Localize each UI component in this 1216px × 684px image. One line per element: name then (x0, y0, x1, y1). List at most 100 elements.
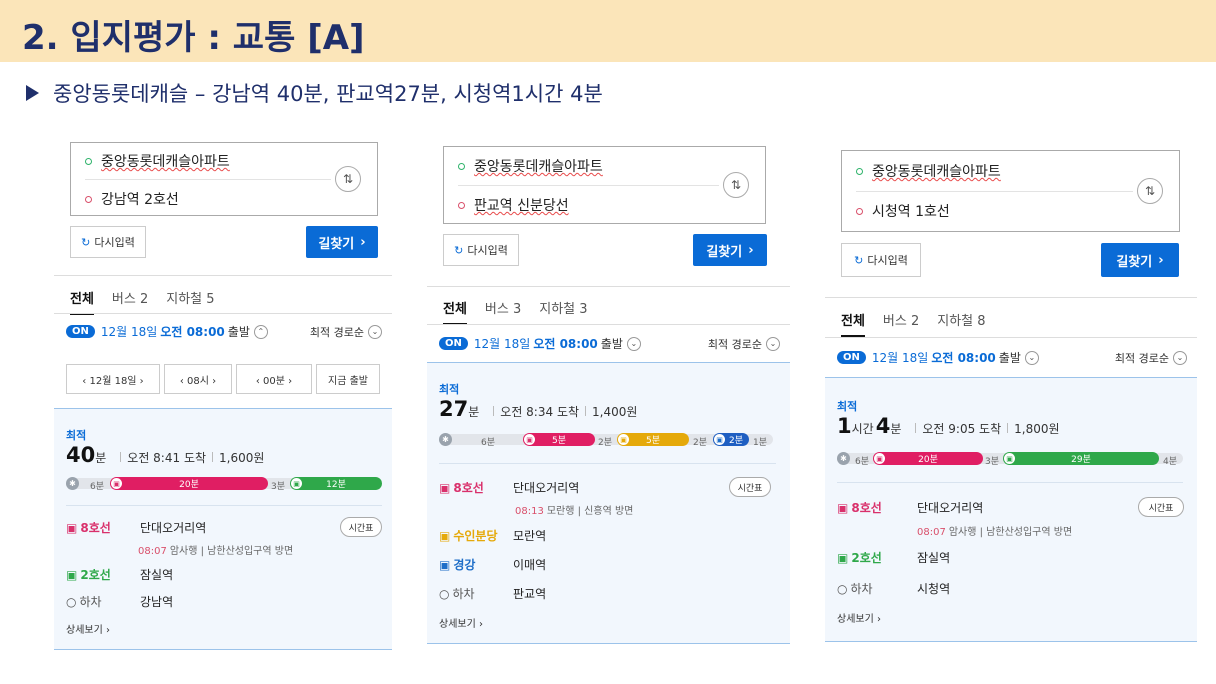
walk-icon: ✱ (837, 452, 850, 465)
segment-line8: ▣ 20분 (110, 477, 268, 490)
chevron-down-icon: ⌄ (766, 336, 780, 351)
time-controls: ‹ 12월 18일 › ‹ 08시 › ‹ 00분 › 지금 출발 (66, 364, 380, 394)
detail-link[interactable]: 상세보기 › (837, 610, 881, 625)
route-panel-cityhall: 중앙동롯데캐슬아파트 시청역 1호선 ⇅ ↻ 다시입력 길찾기 › 전체 버스 2 … (825, 137, 1197, 642)
subway-icon: ▣ (66, 567, 78, 582)
step-1: ▣ 8호선 단대오거리역 (439, 480, 580, 496)
chevron-down-icon[interactable]: ⌄ (1024, 350, 1039, 365)
destination-dot-icon (458, 201, 465, 209)
slide-subtitle: 중앙동롯데캐슬 – 강남역 40분, 판교역27분, 시청역1시간 4분 (26, 78, 603, 108)
sort-dropdown[interactable]: 최적 경로순 ⌄ (708, 336, 780, 352)
route-panel-pangyo: 중앙동롯데캐슬아파트 판교역 신분당선 ⇅ ↻ 다시입력 길찾기 › 전체 버스 3… (427, 132, 790, 644)
detail-link[interactable]: 상세보기 › (439, 615, 483, 630)
depart-now-button[interactable]: 지금 출발 (316, 364, 380, 394)
search-box: 중앙동롯데캐슬아파트 판교역 신분당선 ⇅ (443, 146, 766, 224)
subway-icon: ▣ (439, 480, 451, 495)
best-label: 최적 (439, 383, 460, 396)
chevron-up-icon[interactable]: ⌃ (253, 324, 268, 339)
subway-icon: ▣ (837, 550, 849, 565)
step-3: ○ 하차 시청역 (837, 581, 951, 597)
origin-field[interactable]: 중앙동롯데캐슬아파트 (458, 156, 603, 176)
step-1: ▣ 8호선 단대오거리역 (837, 500, 984, 516)
search-box: 중앙동롯데캐슬아파트 강남역 2호선 ⇅ (70, 142, 378, 216)
route-result[interactable]: 최적 1 시간 4 분 오전 9:05 도착 1,800원 ✱ 6분 ▣ 20분 3분 ▣ 2… (825, 377, 1197, 642)
tab-subway[interactable]: 지하철 8 (937, 310, 985, 337)
duration-row: 1 시간 4 분 오전 9:05 도착 1,800원 (837, 414, 1060, 438)
tab-subway[interactable]: 지하철 3 (539, 298, 587, 325)
timetable-button[interactable]: 시간표 (729, 477, 771, 497)
subway-icon: ▣ (618, 434, 629, 445)
departure-row[interactable]: ON 12월 18일 오전 08:00 출발 ⌄ 최적 경로순 ⌄ (837, 349, 1187, 366)
sort-dropdown[interactable]: 최적 경로순 ⌄ (310, 324, 382, 340)
refresh-icon: ↻ (854, 253, 864, 267)
subway-icon: ▣ (111, 478, 122, 489)
find-route-button[interactable]: 길찾기 › (1101, 243, 1179, 277)
triangle-bullet-icon (26, 85, 39, 101)
subway-icon: ▣ (524, 434, 535, 445)
chevron-down-icon: ⌄ (1173, 350, 1187, 365)
detail-link[interactable]: 상세보기 › (66, 621, 110, 636)
circle-icon: ○ (66, 594, 77, 609)
route-tabs: 전체 버스 2 지하철 8 (841, 310, 986, 337)
origin-dot-icon (458, 162, 465, 170)
timetable-button[interactable]: 시간표 (340, 517, 382, 537)
date-stepper[interactable]: ‹ 12월 18일 › (66, 364, 160, 394)
tab-bus[interactable]: 버스 2 (112, 288, 148, 315)
minute-stepper[interactable]: ‹ 00분 › (236, 364, 312, 394)
segment-gyeonggang: ▣ 2분 (713, 433, 749, 446)
tab-all[interactable]: 전체 (70, 288, 94, 315)
departure-row[interactable]: ON 12월 18일 오전 08:00 출발 ⌄ 최적 경로순 ⌄ (439, 335, 780, 352)
route-result[interactable]: 최적 27 분 오전 8:34 도착 1,400원 ✱ 6분 ▣ 5분 2분 ▣ 5분 2… (427, 362, 790, 644)
tab-subway[interactable]: 지하철 5 (166, 288, 214, 315)
subway-icon: ▣ (714, 434, 725, 445)
swap-icon[interactable]: ⇅ (335, 166, 361, 192)
duration-row: 27 분 오전 8:34 도착 1,400원 (439, 397, 638, 421)
tab-all[interactable]: 전체 (841, 310, 865, 337)
route-tabs: 전체 버스 3 지하철 3 (443, 298, 588, 325)
route-result[interactable]: 최적 40 분 오전 8:41 도착 1,600원 ✱ 6분 ▣ 20분 3분 ▣ 12분… (54, 408, 392, 650)
subway-icon: ▣ (837, 500, 849, 515)
origin-field[interactable]: 중앙동롯데캐슬아파트 (856, 161, 1001, 181)
circle-icon: ○ (439, 586, 450, 601)
segment-line8: ▣ 20분 (873, 452, 983, 465)
segment-line2: ▣ 12분 (290, 477, 382, 490)
destination-field[interactable]: 강남역 2호선 (85, 189, 179, 209)
destination-field[interactable]: 판교역 신분당선 (458, 195, 569, 215)
walk-icon: ✱ (439, 433, 452, 446)
find-route-button[interactable]: 길찾기 › (306, 226, 378, 258)
refresh-icon: ↻ (81, 235, 91, 249)
subway-icon: ▣ (291, 478, 302, 489)
tab-bus[interactable]: 버스 3 (485, 298, 521, 325)
sort-dropdown[interactable]: 최적 경로순 ⌄ (1115, 350, 1187, 366)
origin-field[interactable]: 중앙동롯데캐슬아파트 (85, 151, 230, 171)
route-panel-gangnam: 중앙동롯데캐슬아파트 강남역 2호선 ⇅ ↻ 다시입력 길찾기 › 전체 버스 2 … (54, 128, 392, 650)
tab-bus[interactable]: 버스 2 (883, 310, 919, 337)
hour-stepper[interactable]: ‹ 08시 › (164, 364, 232, 394)
step-2: ▣ 2호선 잠실역 (837, 550, 951, 566)
step-2: ▣ 수인분당 모란역 (439, 528, 547, 544)
step-3: ▣ 경강 이매역 (439, 557, 547, 573)
search-box: 중앙동롯데캐슬아파트 시청역 1호선 ⇅ (841, 150, 1180, 232)
best-label: 최적 (66, 429, 87, 442)
on-badge: ON (439, 337, 468, 350)
subway-icon: ▣ (1004, 453, 1015, 464)
segment-line8: ▣ 5분 (523, 433, 595, 446)
slide-title: 2. 입지평가 : 교통 [A] (22, 18, 365, 58)
destination-field[interactable]: 시청역 1호선 (856, 201, 950, 221)
subway-icon: ▣ (66, 520, 78, 535)
timetable-button[interactable]: 시간표 (1138, 497, 1184, 517)
chevron-down-icon[interactable]: ⌄ (626, 336, 641, 351)
reset-button[interactable]: ↻ 다시입력 (70, 226, 146, 258)
step-1: ▣ 8호선 단대오거리역 (66, 520, 207, 536)
refresh-icon: ↻ (454, 243, 464, 257)
tab-all[interactable]: 전체 (443, 298, 467, 325)
reset-button[interactable]: ↻ 다시입력 (443, 234, 519, 266)
reset-button[interactable]: ↻ 다시입력 (841, 243, 921, 277)
step-3: ○ 하차 강남역 (66, 594, 174, 610)
find-route-button[interactable]: 길찾기 › (693, 234, 767, 266)
step-4: ○ 하차 판교역 (439, 586, 547, 602)
swap-icon[interactable]: ⇅ (1137, 178, 1163, 204)
segment-line2: ▣ 29분 (1003, 452, 1159, 465)
swap-icon[interactable]: ⇅ (723, 172, 749, 198)
departure-row[interactable]: ON 12월 18일 오전 08:00 출발 ⌃ 최적 경로순 ⌄ (66, 323, 382, 340)
